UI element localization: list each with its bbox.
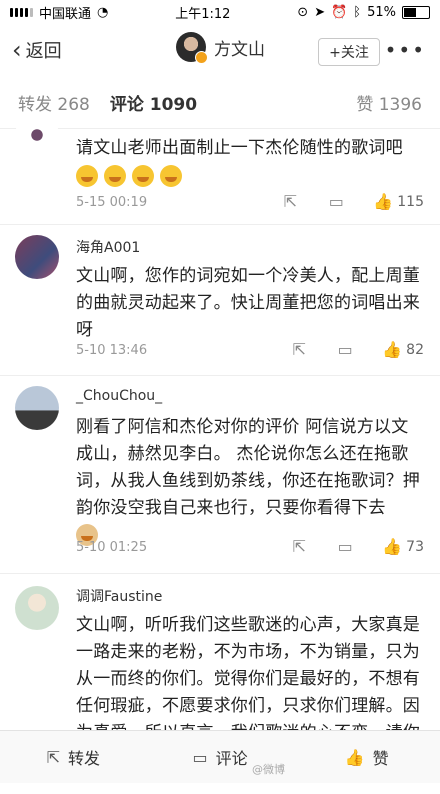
comment-time: 5-10 01:25 — [76, 540, 148, 555]
laugh-cry-emoji-icon — [132, 165, 154, 187]
status-bar: 中国联通 ◔ 上午1:12 ⊙ ➤ ⏰ ᛒ 51% — [0, 0, 440, 24]
bottom-like-button[interactable]: 👍 赞 — [293, 745, 440, 769]
tab-comment[interactable]: 评论 1090 — [110, 90, 197, 115]
commenter-name[interactable]: 海角A001 — [76, 237, 140, 257]
laugh-cry-emoji-icon — [76, 165, 98, 187]
comment-text: 文山啊，您作的词宛如一个冷美人，配上周董的曲就灵动起来了。快让周董把您的词唱出来… — [76, 266, 420, 340]
comment-item[interactable]: 海角A001 文山啊，您作的词宛如一个冷美人，配上周董的曲就灵动起来了。快让周董… — [0, 225, 440, 376]
watermark: @微博 — [252, 763, 285, 776]
follow-button[interactable]: +关注 — [318, 38, 380, 66]
comment-item[interactable]: _ChouChou_ 刚看了阿信和杰伦对你的评价 阿信说方以文成山，赫然见李白。… — [0, 376, 440, 574]
comment-time: 5-10 13:46 — [76, 343, 148, 358]
chevron-left-icon: ‹ — [12, 36, 22, 64]
clock: 上午1:12 — [175, 6, 231, 22]
like-count: 82 — [406, 342, 424, 358]
bottom-comment-label: 评论 — [215, 749, 248, 768]
reply-icon[interactable]: ▭ — [327, 193, 345, 211]
tab-bar: 转发 268 评论 1090 赞 1396 — [0, 76, 440, 129]
like-button[interactable]: 👍 73 — [382, 538, 424, 556]
nav-user[interactable]: 方文山 — [176, 32, 265, 64]
alarm-icon: ⏰ — [331, 4, 348, 20]
reply-icon[interactable]: ▭ — [336, 538, 354, 556]
comment-item[interactable]: 请文山老师出面制止一下杰伦随性的歌词吧 5-15 00:19 ⇱ ▭ 👍 115 — [0, 113, 440, 225]
wifi-icon: ◔ — [97, 4, 109, 20]
laugh-cry-emoji-icon — [160, 165, 182, 187]
bluetooth-icon: ᛒ — [353, 4, 362, 20]
thumbs-up-icon: 👍 — [344, 747, 365, 767]
emoji-row — [76, 165, 188, 187]
battery-percent: 51% — [367, 4, 396, 20]
tab-like[interactable]: 赞 1396 — [356, 90, 422, 115]
back-button[interactable]: ‹ 返回 — [12, 36, 62, 64]
carrier-label: 中国联通 — [39, 6, 92, 22]
share-icon[interactable]: ⇱ — [281, 193, 299, 211]
thumbs-up-icon: 👍 — [373, 192, 394, 211]
like-button[interactable]: 👍 82 — [382, 341, 424, 359]
comment-text: 刚看了阿信和杰伦对你的评价 阿信说方以文成山，赫然见李白。 杰伦说你怎么还在拖歌… — [76, 417, 420, 518]
commenter-avatar[interactable] — [15, 235, 59, 279]
more-options-button[interactable]: ••• — [385, 38, 426, 62]
tab-repost[interactable]: 转发 268 — [18, 90, 90, 115]
location-icon: ➤ — [314, 4, 326, 20]
bottom-repost-button[interactable]: ⇱ 转发 — [0, 745, 147, 769]
comment-list: 请文山老师出面制止一下杰伦随性的歌词吧 5-15 00:19 ⇱ ▭ 👍 115 … — [0, 113, 440, 794]
signal-icon — [10, 7, 33, 17]
laugh-cry-emoji-icon — [104, 165, 126, 187]
back-label: 返回 — [25, 41, 62, 62]
comment-text: 请文山老师出面制止一下杰伦随性的歌词吧 — [76, 138, 403, 158]
commenter-avatar[interactable] — [15, 386, 59, 430]
user-avatar[interactable] — [176, 32, 208, 64]
verified-badge-icon — [195, 51, 208, 64]
commenter-avatar[interactable] — [15, 113, 59, 157]
thumbs-up-icon: 👍 — [382, 537, 403, 556]
thumbs-up-icon: 👍 — [382, 340, 403, 359]
like-button[interactable]: 👍 115 — [373, 193, 424, 211]
bottom-repost-label: 转发 — [68, 749, 101, 768]
share-icon[interactable]: ⇱ — [290, 538, 308, 556]
comment-time: 5-15 00:19 — [76, 195, 148, 210]
comment-icon: ▭ — [192, 747, 208, 767]
repost-icon: ⇱ — [46, 747, 61, 767]
nav-bar: ‹ 返回 方文山 +关注 ••• — [0, 24, 440, 76]
battery-icon — [402, 5, 430, 19]
like-count: 73 — [406, 539, 424, 555]
bottom-action-bar: ⇱ 转发 ▭ 评论 👍 赞 @微博 — [0, 730, 440, 783]
user-name[interactable]: 方文山 — [214, 35, 265, 60]
share-icon[interactable]: ⇱ — [290, 341, 308, 359]
commenter-name[interactable]: 调调Faustine — [76, 586, 162, 606]
commenter-name[interactable]: _ChouChou_ — [76, 388, 162, 404]
bottom-like-label: 赞 — [372, 749, 389, 768]
commenter-avatar[interactable] — [15, 586, 59, 630]
like-count: 115 — [397, 194, 424, 210]
reply-icon[interactable]: ▭ — [336, 341, 354, 359]
lock-rotation-icon: ⊙ — [297, 4, 309, 20]
